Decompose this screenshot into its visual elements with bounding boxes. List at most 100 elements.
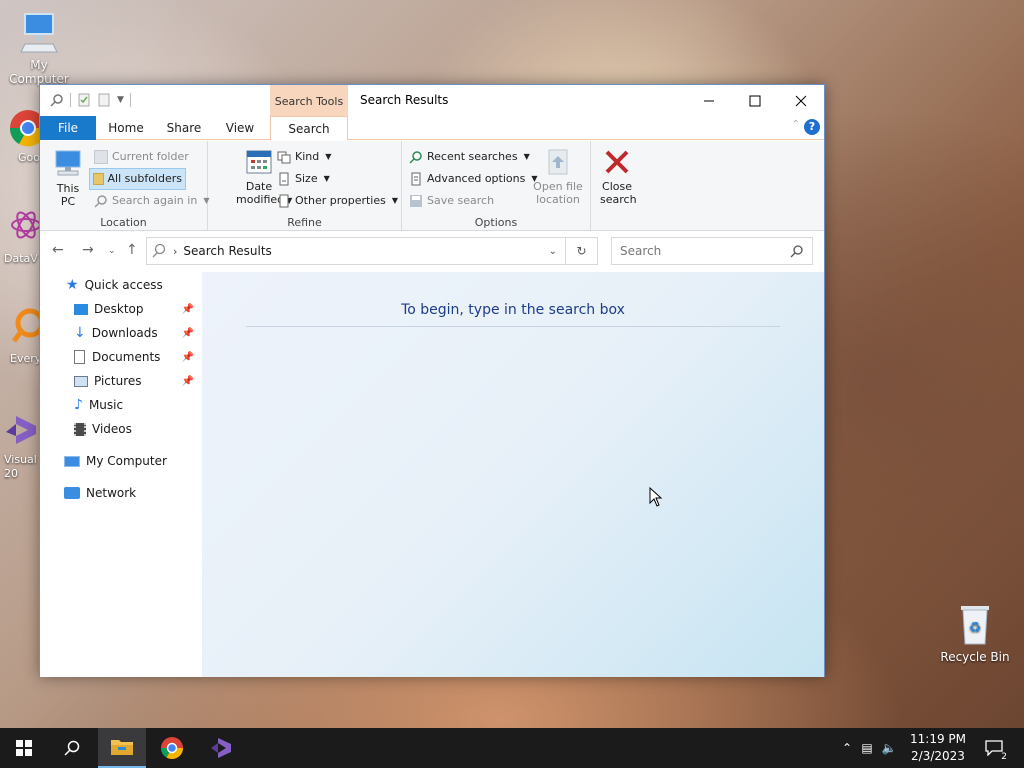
nav-item-label: Videos xyxy=(92,422,132,436)
mouse-cursor-icon xyxy=(649,487,663,507)
kind-button[interactable]: Kind ▼ xyxy=(274,147,334,167)
nav-item-my-computer[interactable]: My Computer xyxy=(40,450,202,472)
nav-item-label: Network xyxy=(86,486,137,500)
tab-view[interactable]: View xyxy=(220,116,260,140)
taskbar-search-button[interactable] xyxy=(48,728,96,768)
current-folder-label: Current folder xyxy=(112,150,189,163)
tab-home[interactable]: Home xyxy=(104,116,148,140)
recent-locations-chevron-icon[interactable]: ⌄ xyxy=(108,246,116,256)
nav-item-label: Pictures xyxy=(94,374,142,388)
system-tray: ⌃ ▤ 🔈 xyxy=(838,728,900,768)
show-hidden-icons-chevron-icon[interactable]: ⌃ xyxy=(838,741,856,755)
save-icon xyxy=(410,195,422,207)
notifications-button[interactable]: 2 xyxy=(972,728,1016,768)
size-button[interactable]: Size ▼ xyxy=(274,169,333,189)
chevron-down-icon: ▼ xyxy=(323,174,330,183)
other-properties-button[interactable]: Other properties ▼ xyxy=(274,191,401,211)
refresh-button[interactable]: ↻ xyxy=(565,238,597,264)
nav-item-videos[interactable]: Videos xyxy=(40,418,202,440)
all-subfolders-button[interactable]: All subfolders xyxy=(89,168,186,190)
recent-searches-icon xyxy=(409,151,422,164)
nav-item-desktop[interactable]: Desktop 📌 xyxy=(40,298,202,320)
tab-search[interactable]: Search xyxy=(270,116,348,141)
nav-item-quick-access[interactable]: ★ Quick access xyxy=(40,274,202,296)
address-dropdown-icon[interactable]: ⌄ xyxy=(549,246,557,257)
desktop-icon-chrome[interactable]: Goo Chro xyxy=(0,108,40,188)
chevron-down-icon: ▼ xyxy=(523,152,530,161)
desktop-icon-visual-studio[interactable]: Visual 20 xyxy=(0,410,40,490)
ribbon-tabs: File Home Share View Search ⌃ ? xyxy=(40,116,824,141)
pin-icon[interactable]: 📌 xyxy=(182,304,194,315)
visual-studio-icon xyxy=(6,416,36,444)
current-folder-button[interactable]: Current folder xyxy=(91,147,192,167)
minimize-button[interactable] xyxy=(686,85,732,116)
back-button[interactable]: ← xyxy=(52,242,64,258)
breadcrumb[interactable]: Search Results xyxy=(183,244,271,258)
start-button[interactable] xyxy=(0,728,48,768)
nav-item-pictures[interactable]: Pictures 📌 xyxy=(40,370,202,392)
desktop-icon-recycle-bin[interactable]: ♻ Recycle Bin xyxy=(937,600,1013,664)
visual-studio-icon xyxy=(211,738,231,758)
nav-item-label: My Computer xyxy=(86,454,167,468)
quick-access-toolbar: ▼ xyxy=(50,91,131,109)
open-file-location-button[interactable]: Open file location xyxy=(532,147,584,206)
title-bar[interactable]: ▼ Search Tools Search Results xyxy=(40,85,824,116)
this-pc-button[interactable]: This PC xyxy=(48,147,88,208)
taskbar-file-explorer[interactable] xyxy=(98,728,146,768)
results-pane[interactable]: To begin, type in the search box xyxy=(202,272,824,677)
properties-icon[interactable] xyxy=(77,93,91,107)
customize-qat-icon[interactable]: ▼ xyxy=(117,95,124,105)
tab-file[interactable]: File xyxy=(40,116,96,140)
search-again-in-button[interactable]: Search again in ▼ xyxy=(91,191,212,211)
computer-icon xyxy=(20,13,58,53)
size-label: Size xyxy=(295,172,318,185)
close-button[interactable] xyxy=(778,85,824,116)
search-icon xyxy=(50,94,63,107)
desktop-icon-label: Every xyxy=(10,352,40,365)
minimize-icon xyxy=(704,100,714,101)
nav-item-music[interactable]: ♪ Music xyxy=(40,394,202,416)
volume-icon[interactable]: 🔈 xyxy=(878,741,900,755)
desktop-icon-datav[interactable]: DataV xyxy=(0,205,40,275)
network-icon[interactable]: ▤ xyxy=(856,741,878,755)
close-search-button[interactable]: Close search xyxy=(594,147,640,206)
open-file-location-icon xyxy=(548,149,568,175)
navigation-bar: ← → ⌄ ↑ › Search Results ⌄ ↻ xyxy=(40,231,824,271)
recent-searches-button[interactable]: Recent searches ▼ xyxy=(406,147,533,167)
save-search-label: Save search xyxy=(427,194,495,207)
recycle-bin-icon: ♻ xyxy=(961,606,989,645)
tab-share[interactable]: Share xyxy=(162,116,206,140)
forward-button[interactable]: → xyxy=(82,242,94,258)
collapse-ribbon-icon[interactable]: ⌃ xyxy=(792,119,800,130)
desktop-icon-everything[interactable]: Every xyxy=(0,305,40,375)
advanced-options-button[interactable]: Advanced options ▼ xyxy=(406,169,541,189)
up-button[interactable]: ↑ xyxy=(126,242,138,258)
save-search-button[interactable]: Save search xyxy=(406,191,497,211)
desktop-icon-my-computer[interactable]: My Computer xyxy=(1,10,77,86)
address-bar[interactable]: › Search Results ⌄ ↻ xyxy=(146,237,598,265)
taskbar-visual-studio[interactable] xyxy=(197,728,245,768)
nav-item-documents[interactable]: Documents 📌 xyxy=(40,346,202,368)
new-folder-icon[interactable] xyxy=(97,93,111,107)
desktop-icon-label: My Computer xyxy=(9,58,69,86)
separator xyxy=(590,141,591,231)
nav-item-downloads[interactable]: ↓ Downloads 📌 xyxy=(40,322,202,344)
pin-icon[interactable]: 📌 xyxy=(182,352,194,363)
clock[interactable]: 11:19 PM 2/3/2023 xyxy=(910,731,966,765)
desktop-icon-label: Recycle Bin xyxy=(940,650,1010,664)
search-again-label: Search again in xyxy=(112,194,198,207)
taskbar-chrome[interactable] xyxy=(148,728,196,768)
breadcrumb-separator-icon: › xyxy=(173,244,178,258)
pin-icon[interactable]: 📌 xyxy=(182,376,194,387)
search-input[interactable] xyxy=(620,244,780,258)
maximize-button[interactable] xyxy=(732,85,778,116)
search-icon xyxy=(152,243,166,258)
search-box[interactable] xyxy=(611,237,813,265)
desktop-icon-label: Visual 20 xyxy=(4,453,37,480)
computer-icon xyxy=(55,150,81,176)
folder-icon xyxy=(111,740,133,755)
help-icon[interactable]: ? xyxy=(804,119,820,135)
nav-item-label: Downloads xyxy=(91,326,158,340)
nav-item-network[interactable]: Network xyxy=(40,482,202,504)
pin-icon[interactable]: 📌 xyxy=(182,328,194,339)
